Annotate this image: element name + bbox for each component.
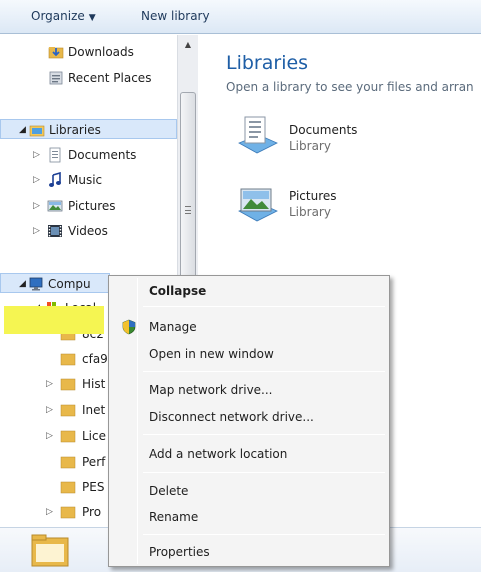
menu-separator (143, 472, 385, 473)
menu-item-map-network-drive[interactable]: Map network drive... (111, 378, 387, 402)
command-toolbar: Organize ▼ New library (0, 0, 481, 34)
nav-item-computer[interactable]: ◢ Compu (0, 273, 110, 293)
collapsed-arrow-icon[interactable]: ▷ (33, 145, 40, 165)
expanded-arrow-icon[interactable]: ◢ (19, 274, 26, 294)
library-name: Pictures (289, 189, 337, 203)
menu-label: Add a network location (149, 447, 288, 461)
folder-icon (60, 353, 76, 366)
downloads-folder-icon (48, 47, 64, 59)
nav-item-recent-places[interactable]: Recent Places (0, 68, 177, 88)
collapsed-arrow-icon[interactable]: ▷ (46, 426, 53, 446)
organize-button[interactable]: Organize ▼ (31, 9, 96, 23)
nav-label: Pro (82, 505, 102, 519)
nav-label: Downloads (68, 45, 134, 59)
uac-shield-icon (122, 319, 136, 335)
collapsed-arrow-icon[interactable]: ▷ (46, 502, 53, 522)
menu-item-open-new-window[interactable]: Open in new window (111, 342, 387, 366)
nav-item-videos[interactable]: ▷ Videos (0, 221, 177, 241)
folder-icon (60, 404, 76, 417)
menu-item-disconnect-network-drive[interactable]: Disconnect network drive... (111, 405, 387, 429)
nav-item-music[interactable]: ▷ Music (0, 170, 177, 190)
menu-separator (143, 434, 385, 435)
folder-icon (60, 456, 76, 469)
nav-item-libraries[interactable]: ◢ Libraries (0, 119, 177, 139)
menu-label: Collapse (149, 284, 207, 298)
menu-label: Manage (149, 320, 197, 334)
context-menu: Collapse Manage Open in new window Map n… (108, 275, 390, 567)
menu-label: Rename (149, 510, 199, 524)
menu-label: Properties (149, 545, 210, 559)
nav-label: Lice (82, 429, 106, 443)
nav-label: Music (68, 173, 103, 187)
library-type: Library (289, 139, 331, 153)
folder-icon (60, 481, 76, 494)
nav-item-folder[interactable]: ▷ Inet (0, 400, 110, 420)
menu-label: Open in new window (149, 347, 274, 361)
libraries-icon (29, 125, 45, 137)
chevron-down-icon: ▼ (88, 13, 96, 23)
nav-label: Videos (68, 224, 108, 238)
page-subtitle: Open a library to see your files and arr… (226, 80, 474, 94)
nav-item-documents[interactable]: ▷ Documents (0, 145, 177, 165)
library-type: Library (289, 205, 331, 219)
nav-label: Documents (68, 148, 137, 162)
library-name: Documents (289, 123, 358, 137)
recent-places-icon (49, 71, 63, 85)
collapsed-arrow-icon[interactable]: ▷ (33, 170, 40, 190)
menu-item-properties[interactable]: Properties (111, 540, 387, 564)
nav-item-folder[interactable]: ▷ Hist (0, 374, 110, 394)
pictures-library-large-icon (238, 188, 278, 222)
menu-label: Disconnect network drive... (149, 410, 314, 424)
documents-library-large-icon (238, 116, 278, 154)
nav-label: Libraries (49, 123, 101, 137)
collapsed-arrow-icon[interactable]: ▷ (33, 221, 40, 241)
menu-item-rename[interactable]: Rename (111, 505, 387, 529)
nav-label: Hist (82, 377, 106, 391)
documents-library-icon (49, 147, 61, 163)
new-library-button[interactable]: New library (141, 9, 210, 23)
menu-separator (143, 371, 385, 372)
menu-item-collapse[interactable]: Collapse (111, 279, 387, 303)
expanded-arrow-icon[interactable]: ◢ (19, 120, 26, 140)
collapsed-arrow-icon[interactable]: ▷ (33, 196, 40, 216)
library-item-pictures[interactable]: Pictures Library (229, 179, 469, 233)
collapsed-arrow-icon[interactable]: ▷ (46, 374, 53, 394)
folder-icon (60, 430, 76, 443)
pictures-library-icon (47, 200, 63, 212)
nav-item-folder[interactable]: ▷ Pro (0, 502, 110, 522)
nav-item-folder[interactable]: ▷ Lice (0, 426, 110, 446)
folder-icon (60, 506, 76, 519)
menu-item-delete[interactable]: Delete (111, 479, 387, 503)
menu-label: Delete (149, 484, 189, 498)
collapsed-arrow-icon[interactable]: ▷ (46, 400, 53, 420)
menu-item-manage[interactable]: Manage (111, 315, 387, 339)
nav-item-pictures[interactable]: ▷ Pictures (0, 196, 177, 216)
nav-label: PES (82, 480, 105, 494)
nav-label: Perf (82, 455, 106, 469)
folder-icon (60, 378, 76, 391)
grip-icon (185, 206, 191, 214)
folder-large-icon (31, 534, 69, 567)
nav-item-folder[interactable]: PES (0, 477, 110, 497)
menu-label: Map network drive... (149, 383, 273, 397)
nav-item-folder[interactable]: Perf (0, 452, 110, 472)
music-library-icon (49, 172, 61, 187)
page-title: Libraries (226, 52, 309, 74)
library-item-documents[interactable]: Documents Library (229, 113, 469, 167)
nav-item-downloads[interactable]: Downloads (0, 42, 177, 62)
nav-label: Recent Places (68, 71, 152, 85)
nav-label: Inet (82, 403, 106, 417)
computer-icon (29, 277, 43, 291)
nav-label: Pictures (68, 199, 116, 213)
menu-separator (143, 534, 385, 535)
nav-label: Compu (48, 277, 91, 291)
menu-item-add-network-location[interactable]: Add a network location (111, 442, 387, 466)
nav-item-folder[interactable]: cfa9 (0, 349, 110, 369)
scroll-up-arrow-icon[interactable]: ▲ (178, 37, 198, 53)
menu-separator (143, 306, 385, 307)
videos-library-icon (48, 225, 62, 237)
organize-label: Organize (31, 9, 85, 23)
manage-highlight (4, 306, 104, 334)
nav-label: cfa9 (82, 352, 108, 366)
